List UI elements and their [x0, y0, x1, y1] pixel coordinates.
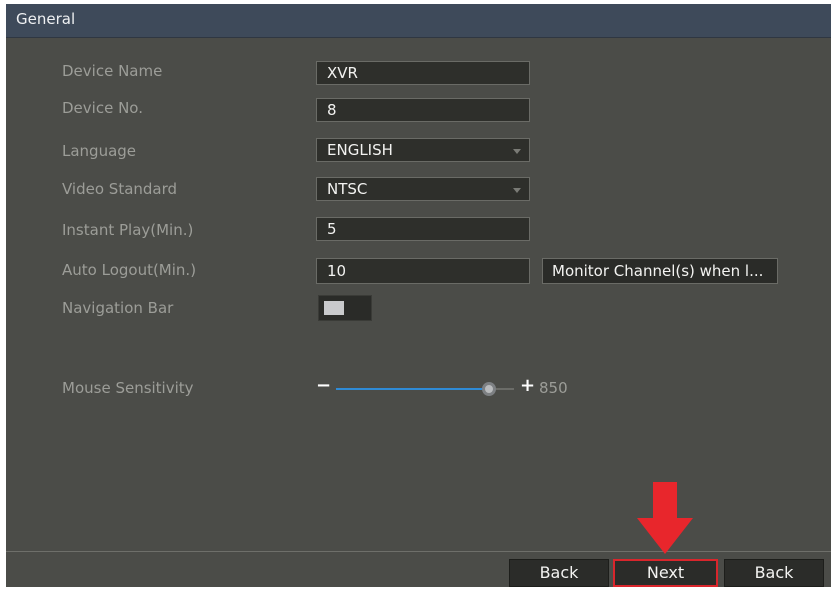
navigation-bar-label: Navigation Bar	[62, 299, 174, 317]
slider-thumb[interactable]	[482, 382, 497, 396]
window-title: General	[16, 10, 76, 28]
language-select[interactable]: ENGLISH	[316, 138, 530, 162]
device-name-input[interactable]: XVR	[316, 61, 530, 85]
chevron-down-icon	[513, 149, 521, 154]
back-button-secondary[interactable]: Back	[724, 559, 824, 587]
monitor-channels-button[interactable]: Monitor Channel(s) when l...	[542, 258, 778, 284]
next-button[interactable]: Next	[613, 559, 718, 587]
footer-divider	[6, 551, 831, 552]
instant-play-input[interactable]: 5	[316, 217, 530, 241]
general-settings-window: General Device Name XVR Device No. 8 Lan…	[6, 4, 831, 587]
language-label: Language	[62, 142, 137, 160]
language-select-value: ENGLISH	[327, 141, 393, 159]
video-standard-select[interactable]: NTSC	[316, 177, 530, 201]
navigation-bar-toggle[interactable]	[318, 295, 372, 321]
back-button[interactable]: Back	[509, 559, 609, 587]
mouse-sensitivity-label: Mouse Sensitivity	[62, 379, 194, 397]
title-bar: General	[6, 4, 831, 38]
device-name-label: Device Name	[62, 62, 163, 80]
auto-logout-input[interactable]: 10	[316, 258, 530, 284]
slider-decrease-button[interactable]: −	[316, 376, 331, 396]
red-arrow-icon	[637, 482, 693, 554]
slider-increase-button[interactable]: +	[520, 376, 535, 396]
instant-play-label: Instant Play(Min.)	[62, 221, 194, 239]
video-standard-label: Video Standard	[62, 180, 178, 198]
device-no-label: Device No.	[62, 99, 143, 117]
slider-fill	[336, 388, 490, 390]
mouse-sensitivity-slider[interactable]	[336, 382, 514, 396]
mouse-sensitivity-value: 850	[539, 379, 568, 397]
device-no-input[interactable]: 8	[316, 98, 530, 122]
chevron-down-icon	[513, 188, 521, 193]
toggle-knob	[324, 301, 344, 315]
auto-logout-label: Auto Logout(Min.)	[62, 261, 197, 279]
video-standard-select-value: NTSC	[327, 180, 368, 198]
